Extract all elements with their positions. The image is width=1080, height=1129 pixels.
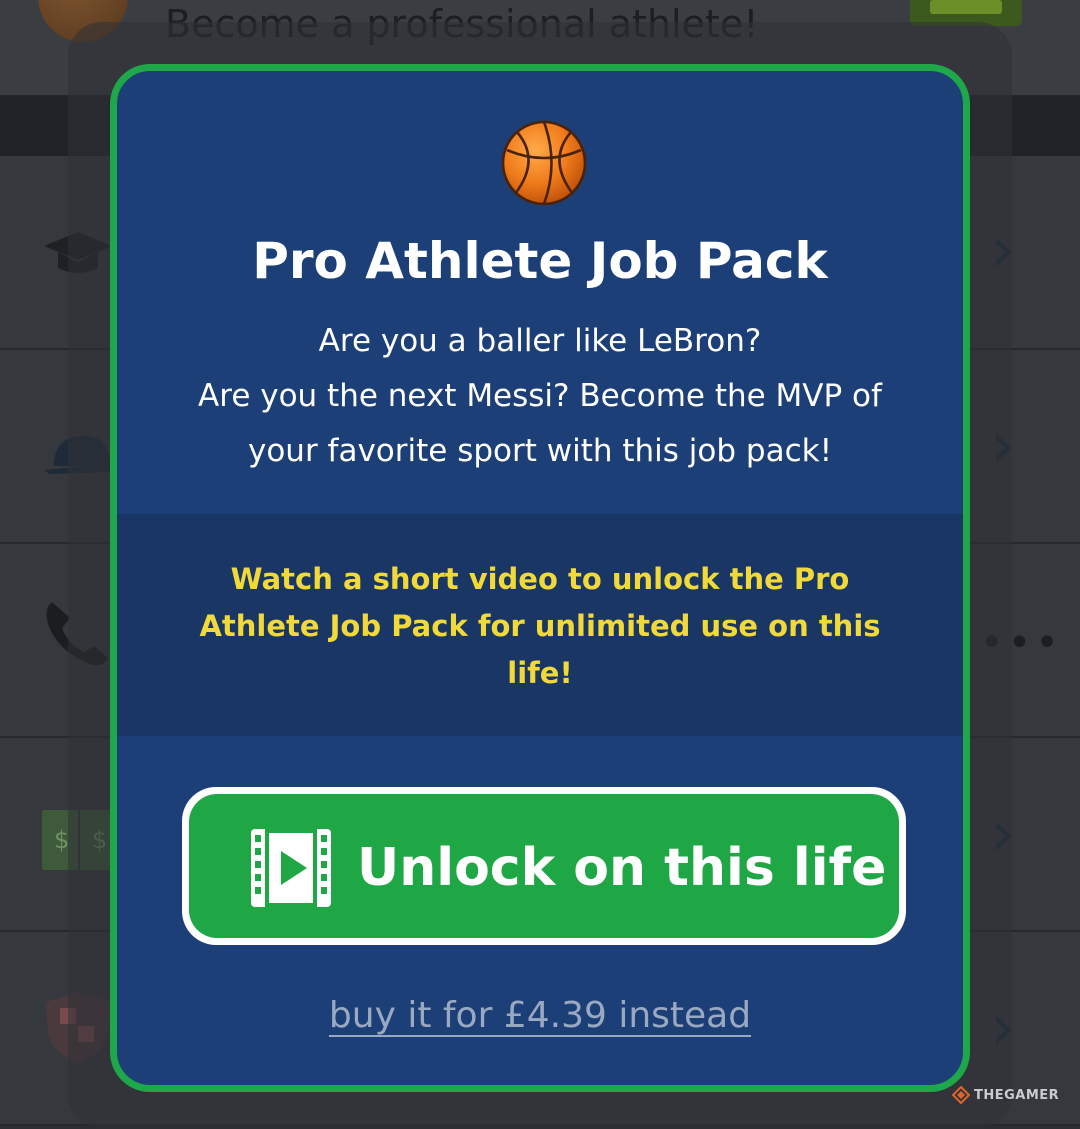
promo-line: Athlete Job Pack for unlimited use on th… <box>199 609 881 643</box>
buy-link-container: buy it for £4.39 instead <box>117 991 963 1041</box>
thegamer-logo-icon <box>952 1086 970 1104</box>
promo-line: life! <box>507 656 573 690</box>
unlock-button-face[interactable]: Unlock on this life <box>189 794 899 938</box>
promo-line: Watch a short video to unlock the Pro <box>230 562 850 596</box>
promo-text: Watch a short video to unlock the Pro At… <box>177 556 903 697</box>
buy-instead-link[interactable]: buy it for £4.39 instead <box>329 995 751 1036</box>
description-line: Are you the next Messi? Become the MVP o… <box>198 378 882 414</box>
job-pack-modal: Pro Athlete Job Pack Are you a baller li… <box>110 64 970 1092</box>
unlock-on-this-life-button[interactable]: Unlock on this life <box>182 787 906 945</box>
basketball-icon <box>501 120 587 206</box>
promo-band: Watch a short video to unlock the Pro At… <box>117 514 963 736</box>
video-film-icon <box>251 829 331 907</box>
svg-text:$: $ <box>54 826 69 854</box>
watermark: THEGAMER <box>952 1086 1059 1104</box>
modal-title: Pro Athlete Job Pack <box>252 232 828 290</box>
description-line: your favorite sport with this job pack! <box>247 433 833 469</box>
description-line: Are you a baller like LeBron? <box>318 323 762 359</box>
modal-description: Are you a baller like LeBron? Are you th… <box>157 314 923 479</box>
unlock-button-label: Unlock on this life <box>357 838 887 898</box>
watermark-text: THEGAMER <box>974 1087 1060 1103</box>
